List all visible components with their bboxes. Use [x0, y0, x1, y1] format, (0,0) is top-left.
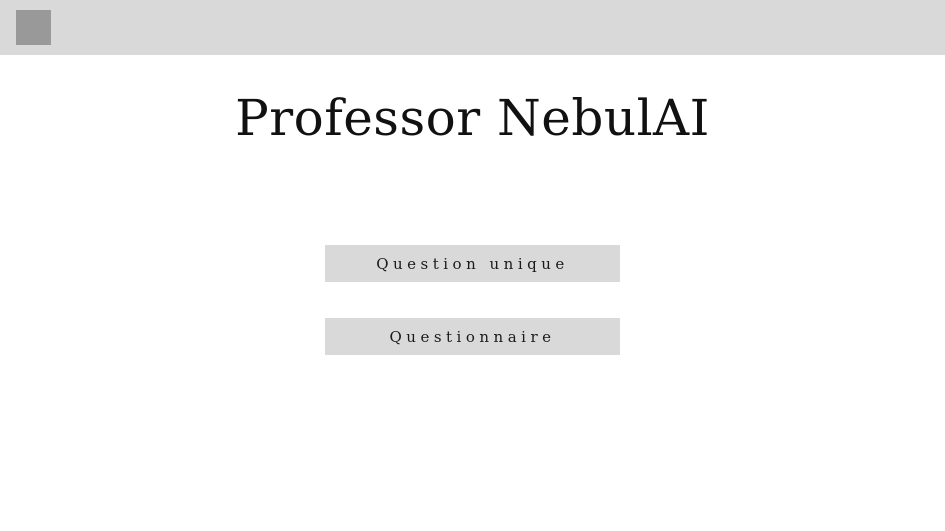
page-title: Professor NebulAI: [235, 89, 710, 147]
single-question-button[interactable]: Question unique: [325, 245, 620, 282]
questionnaire-button[interactable]: Questionnaire: [325, 318, 620, 355]
top-bar: [0, 0, 945, 55]
logo-square-icon[interactable]: [16, 10, 51, 45]
